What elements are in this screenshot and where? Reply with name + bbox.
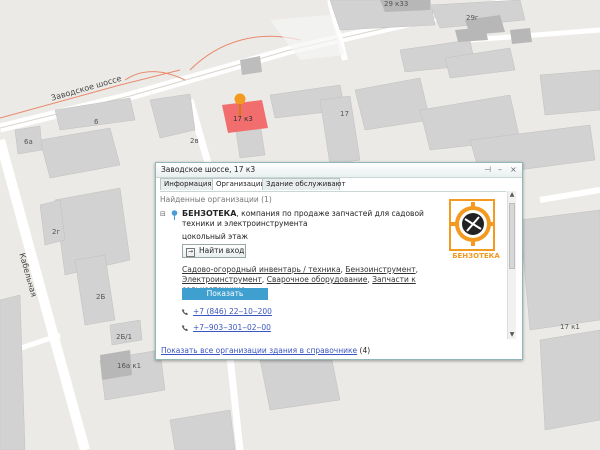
all-organizations-link[interactable]: Показать все организации здания в справо… (161, 346, 357, 355)
collapse-icon[interactable]: ⊟ (160, 210, 166, 218)
scroll-up-icon[interactable]: ▲ (508, 191, 516, 199)
found-organizations-heading: Найденные организации (1) (160, 195, 272, 204)
floor-label: цокольный этаж (182, 232, 248, 241)
tab-building-services[interactable]: Здание обслуживают (262, 178, 346, 190)
minimize-button[interactable]: – (498, 165, 502, 174)
organization-name[interactable]: БЕНЗОТЕКА, компания по продаже запчастей… (182, 209, 437, 229)
house-label-17: 17 (340, 110, 349, 118)
org-pin-icon (171, 210, 178, 220)
find-entrance-button[interactable]: → Найти вход (182, 244, 246, 258)
all-organizations-count: (4) (359, 346, 371, 355)
scroll-down-icon[interactable]: ▼ (508, 331, 516, 339)
benzoteka-logo: БЕНЗОТЕКА (449, 199, 504, 260)
house-label-6: 6 (94, 118, 99, 126)
close-button[interactable]: × (510, 165, 517, 174)
phone-icon (182, 309, 188, 315)
category-link[interactable]: Сварочное оборудование (267, 275, 368, 284)
organizations-panel: Найденные организации (1) ⊟ БЕНЗОТЕКА, к… (160, 191, 506, 340)
house-label-2b1: 2Б/1 (116, 333, 133, 341)
house-label-17k3: 17 к3 (233, 115, 253, 123)
house-label-16ak1: 16а к1 (117, 362, 142, 370)
info-popup[interactable]: Заводское шоссе, 17 к3 ⊣ – × Информация … (155, 162, 523, 360)
category-link[interactable]: Садово-огородный инвентарь / техника (182, 265, 341, 274)
tab-organizations[interactable]: Организации (212, 178, 266, 190)
house-label-29g: 29г (466, 14, 479, 22)
house-label-2g: 2г (52, 228, 61, 236)
find-entrance-label: Найти вход (199, 246, 245, 255)
show-photos-button[interactable]: Показать фотографии (182, 288, 268, 310)
house-label-2b: 2Б (96, 293, 106, 301)
house-label-17k1: 17 к1 (560, 323, 580, 331)
phone-link-2[interactable]: +7‒903‒301‒02‒00 (193, 323, 271, 332)
category-link[interactable]: Бензоинструмент (345, 265, 415, 274)
popup-title: Заводское шоссе, 17 к3 (161, 165, 256, 174)
arrow-right-icon: → (186, 248, 195, 257)
tab-information[interactable]: Информация (160, 178, 213, 190)
scrollbar-thumb[interactable] (509, 203, 515, 269)
popup-header[interactable]: Заводское шоссе, 17 к3 ⊣ – × (156, 163, 522, 178)
phone-link-1[interactable]: +7 (846) 22‒10‒200 (193, 307, 272, 316)
house-label-2v: 2в (190, 137, 199, 145)
phone-icon (182, 325, 188, 331)
popup-scrollbar[interactable]: ▲ ▼ (507, 191, 516, 339)
organization-title[interactable]: БЕНЗОТЕКА (182, 209, 236, 218)
all-organizations-link-row: Показать все организации здания в справо… (161, 346, 370, 355)
category-link[interactable]: Электроинструмент (182, 275, 262, 284)
pin-icon[interactable]: ⊣ (484, 165, 491, 174)
logo-text: БЕНЗОТЕКА (452, 252, 500, 260)
house-label-6a: 6а (24, 138, 33, 146)
house-label-29k33: 29 к33 (384, 0, 409, 8)
location-marker-icon[interactable] (233, 93, 247, 117)
